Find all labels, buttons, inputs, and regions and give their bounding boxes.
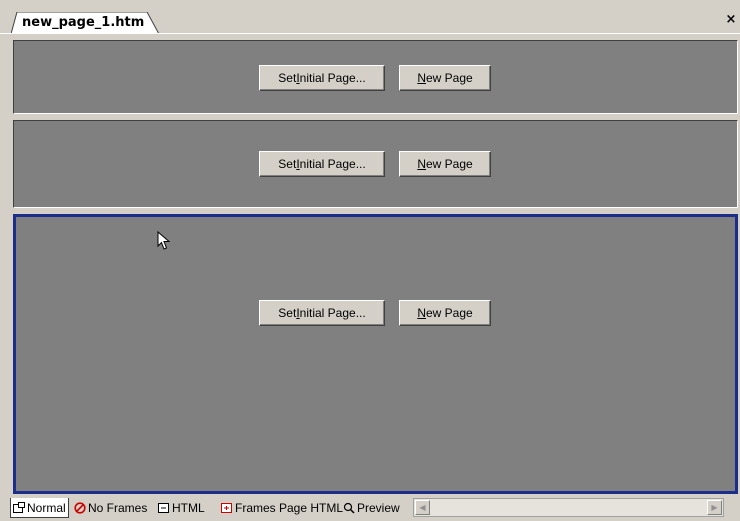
frame-buttons: Set Initial Page... New Page — [14, 65, 737, 91]
set-initial-page-button[interactable]: Set Initial Page... — [259, 151, 385, 177]
document-tab-title[interactable]: new_page_1.htm — [22, 15, 144, 30]
set-initial-page-label-prefix: Set — [278, 71, 297, 85]
new-page-label-suffix: ew Page — [425, 306, 473, 320]
tab-preview-label: Preview — [357, 501, 400, 515]
new-page-mnemonic: N — [417, 71, 426, 85]
frame-buttons: Set Initial Page... New Page — [14, 151, 737, 177]
normal-view-icon — [13, 501, 25, 514]
mouse-pointer-icon — [157, 231, 171, 250]
tab-no-frames-label: No Frames — [88, 501, 148, 515]
frames-page-html-icon — [221, 502, 233, 514]
set-initial-page-button[interactable]: Set Initial Page... — [259, 300, 385, 326]
set-initial-page-label-suffix: nitial Page... — [299, 71, 366, 85]
frame-top[interactable]: Set Initial Page... New Page — [13, 40, 738, 114]
frames-area: Set Initial Page... New Page Set Initial… — [9, 34, 740, 494]
view-tabs-bar: Normal No Frames HTML Frames Page HTML P… — [0, 494, 740, 521]
set-initial-page-label-prefix: Set — [278, 157, 297, 171]
scroll-left-icon[interactable]: ◀ — [415, 500, 430, 515]
preview-icon — [343, 502, 355, 514]
frame-buttons: Set Initial Page... New Page — [16, 300, 735, 326]
set-initial-page-label-suffix: nitial Page... — [299, 157, 366, 171]
tab-frames-page-html[interactable]: Frames Page HTML — [221, 498, 343, 518]
tab-preview[interactable]: Preview — [343, 498, 400, 518]
new-page-label-suffix: ew Page — [425, 71, 473, 85]
tab-normal[interactable]: Normal — [10, 498, 69, 518]
no-frames-icon — [74, 502, 86, 514]
set-initial-page-button[interactable]: Set Initial Page... — [259, 65, 385, 91]
html-icon — [158, 502, 170, 514]
horizontal-scrollbar[interactable]: ◀ ▶ — [413, 498, 724, 517]
tab-no-frames[interactable]: No Frames — [74, 498, 147, 518]
document-tab-strip: new_page_1.htm × — [0, 0, 740, 35]
new-page-mnemonic: N — [417, 157, 426, 171]
frame-middle[interactable]: Set Initial Page... New Page — [13, 120, 738, 208]
frame-bottom-selected[interactable]: Set Initial Page... New Page — [13, 214, 738, 494]
new-page-button[interactable]: New Page — [399, 151, 491, 177]
tab-html[interactable]: HTML — [158, 498, 205, 518]
set-initial-page-label-prefix: Set — [278, 306, 297, 320]
close-icon[interactable]: × — [724, 13, 738, 27]
new-page-button[interactable]: New Page — [399, 65, 491, 91]
tab-html-label: HTML — [172, 501, 205, 515]
set-initial-page-label-suffix: nitial Page... — [299, 306, 366, 320]
new-page-mnemonic: N — [417, 306, 426, 320]
scroll-right-icon[interactable]: ▶ — [707, 500, 722, 515]
tab-frames-page-html-label: Frames Page HTML — [235, 501, 344, 515]
tab-normal-label: Normal — [27, 500, 66, 515]
new-page-button[interactable]: New Page — [399, 300, 491, 326]
new-page-label-suffix: ew Page — [425, 157, 473, 171]
